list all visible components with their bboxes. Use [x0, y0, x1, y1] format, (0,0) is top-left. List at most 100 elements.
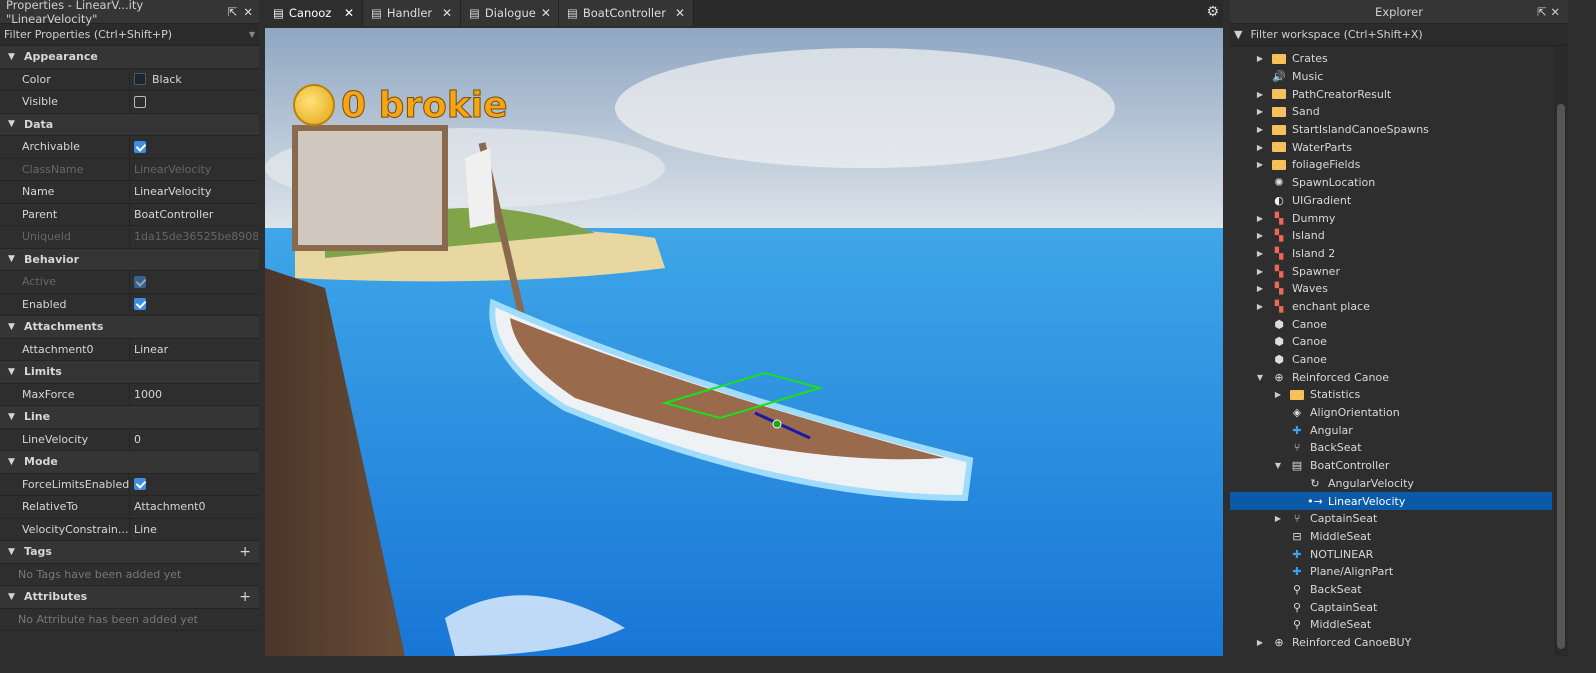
tree-item[interactable]: ▶ ▚ Waves	[1230, 280, 1552, 298]
tree-item[interactable]: ⬢ Canoe	[1230, 315, 1552, 333]
tab-handler[interactable]: ▤ Handler ✕	[363, 0, 461, 26]
caret-down-icon[interactable]: ▼	[8, 119, 24, 129]
caret-down-icon[interactable]: ▼	[1272, 461, 1284, 470]
close-icon[interactable]: ✕	[243, 5, 253, 19]
caret-down-icon[interactable]: ▼	[8, 592, 24, 602]
tree-item[interactable]: ▶ StartIslandCanoeSpawns	[1230, 121, 1552, 139]
property-value[interactable]: BoatController	[130, 208, 258, 221]
category-mode[interactable]: ▼ Mode	[0, 451, 259, 474]
property-value[interactable]	[130, 95, 258, 108]
tree-item[interactable]: ⚲ BackSeat	[1230, 581, 1552, 599]
property-value[interactable]: 0	[130, 433, 258, 446]
undock-close-icons[interactable]: ⇱ ✕	[1537, 5, 1560, 19]
caret-right-icon[interactable]: ▶	[1254, 231, 1266, 240]
tree-item[interactable]: ◐ UIGradient	[1230, 192, 1552, 210]
tree-item[interactable]: ▶ foliageFields	[1230, 156, 1552, 174]
tree-item[interactable]: ◈ AlignOrientation	[1230, 404, 1552, 422]
property-row[interactable]: RelativeTo Attachment0	[0, 496, 259, 519]
category-attributes[interactable]: ▼ Attributes +	[0, 586, 259, 609]
filter-icon[interactable]: ▼	[1234, 28, 1242, 41]
caret-right-icon[interactable]: ▶	[1254, 249, 1266, 258]
property-value[interactable]: Black	[130, 73, 258, 86]
3d-viewport[interactable]: 0 brokie	[265, 28, 1223, 656]
caret-down-icon[interactable]: ▼	[8, 322, 24, 332]
tree-item[interactable]: ▶ Sand	[1230, 103, 1552, 121]
tab-canooz[interactable]: ▤ Canooz ✕	[265, 0, 363, 26]
caret-down-icon[interactable]: ▼	[8, 52, 24, 62]
gear-icon[interactable]: ⚙	[1206, 4, 1219, 20]
caret-right-icon[interactable]: ▶	[1254, 302, 1266, 311]
property-row[interactable]: ForceLimitsEnabled	[0, 473, 259, 496]
tree-item[interactable]: ▶ ▚ enchant place	[1230, 298, 1552, 316]
property-row[interactable]: Color Black	[0, 68, 259, 91]
category-attachments[interactable]: ▼ Attachments	[0, 316, 259, 339]
close-icon[interactable]: ✕	[344, 6, 354, 20]
add-icon[interactable]: +	[239, 544, 259, 560]
property-value[interactable]	[130, 478, 258, 491]
tree-item[interactable]: ⊟ MiddleSeat	[1230, 528, 1552, 546]
tree-item[interactable]: ↻ AngularVelocity	[1230, 475, 1552, 493]
caret-right-icon[interactable]: ▶	[1272, 390, 1284, 399]
property-row[interactable]: Attachment0 Linear	[0, 338, 259, 361]
tree-item[interactable]: ⑂ BackSeat	[1230, 439, 1552, 457]
close-icon[interactable]: ✕	[442, 6, 452, 20]
caret-right-icon[interactable]: ▶	[1254, 267, 1266, 276]
caret-down-icon[interactable]: ▼	[8, 547, 24, 557]
property-row[interactable]: Parent BoatController	[0, 203, 259, 226]
property-row[interactable]: Visible	[0, 91, 259, 114]
caret-down-icon[interactable]: ▼	[8, 457, 24, 467]
caret-right-icon[interactable]: ▶	[1254, 143, 1266, 152]
caret-down-icon[interactable]: ▼	[8, 254, 24, 264]
category-appearance[interactable]: ▼ Appearance	[0, 46, 259, 69]
property-row[interactable]: Enabled	[0, 293, 259, 316]
property-value[interactable]	[130, 298, 258, 311]
tree-item[interactable]: ⬢ Canoe	[1230, 351, 1552, 369]
property-value[interactable]: Linear	[130, 343, 258, 356]
property-row[interactable]: Name LinearVelocity	[0, 181, 259, 204]
properties-filter-input[interactable]: Filter Properties (Ctrl+Shift+P) ▼	[0, 24, 259, 46]
tree-item[interactable]: ▶ WaterParts	[1230, 138, 1552, 156]
caret-right-icon[interactable]: ▶	[1254, 214, 1266, 223]
caret-right-icon[interactable]: ▶	[1254, 125, 1266, 134]
tree-item[interactable]: ✚ Plane/AlignPart	[1230, 563, 1552, 581]
caret-right-icon[interactable]: ▶	[1254, 160, 1266, 169]
tree-item[interactable]: ▶ ▚ Dummy	[1230, 209, 1552, 227]
tree-item[interactable]: ▶ ⊕ Reinforced CanoeBUY	[1230, 634, 1552, 652]
caret-right-icon[interactable]: ▶	[1254, 107, 1266, 116]
tree-item[interactable]: ✚ NOTLINEAR	[1230, 545, 1552, 563]
color-swatch[interactable]	[134, 73, 146, 86]
close-icon[interactable]: ✕	[541, 6, 551, 20]
property-value[interactable]: Attachment0	[130, 500, 258, 513]
tree-item[interactable]: ⚲ MiddleSeat	[1230, 616, 1552, 634]
tab-boatcontroller[interactable]: ▤ BoatController ✕	[559, 0, 694, 26]
checkbox[interactable]	[134, 140, 146, 153]
property-value[interactable]	[130, 140, 258, 153]
property-value[interactable]: Line	[130, 523, 258, 536]
tree-item[interactable]: ▶ Statistics	[1230, 386, 1552, 404]
property-row[interactable]: VelocityConstrain... Line	[0, 518, 259, 541]
explorer-filter-input[interactable]: ▼ Filter workspace (Ctrl+Shift+X)	[1230, 24, 1568, 46]
tree-item[interactable]: 🔊 Music	[1230, 68, 1552, 86]
tree-item[interactable]: ▶ Crates	[1230, 50, 1552, 68]
property-row[interactable]: Archivable	[0, 136, 259, 159]
tab-dialogue[interactable]: ▤ Dialogue ✕	[461, 0, 559, 26]
property-row[interactable]: MaxForce 1000	[0, 383, 259, 406]
property-row[interactable]: LineVelocity 0	[0, 428, 259, 451]
caret-right-icon[interactable]: ▶	[1254, 90, 1266, 99]
checkbox[interactable]	[134, 95, 146, 108]
tree-item[interactable]: ⚲ CaptainSeat	[1230, 598, 1552, 616]
caret-down-icon[interactable]: ▼	[8, 367, 24, 377]
caret-down-icon[interactable]: ▼	[8, 412, 24, 422]
category-tags[interactable]: ▼ Tags +	[0, 541, 259, 564]
tree-item[interactable]: ▼ ▤ BoatController	[1230, 457, 1552, 475]
tree-item[interactable]: ▶ ⑂ CaptainSeat	[1230, 510, 1552, 528]
checkbox[interactable]	[134, 478, 146, 491]
tree-item[interactable]: ⬢ Canoe	[1230, 333, 1552, 351]
caret-right-icon[interactable]: ▶	[1272, 514, 1284, 523]
tree-item[interactable]: ▼ ⊕ Reinforced Canoe	[1230, 368, 1552, 386]
close-icon[interactable]: ✕	[675, 6, 685, 20]
caret-right-icon[interactable]: ▶	[1254, 54, 1266, 63]
property-row[interactable]: Active	[0, 271, 259, 294]
explorer-scrollbar[interactable]	[1554, 46, 1568, 656]
category-line[interactable]: ▼ Line	[0, 406, 259, 429]
